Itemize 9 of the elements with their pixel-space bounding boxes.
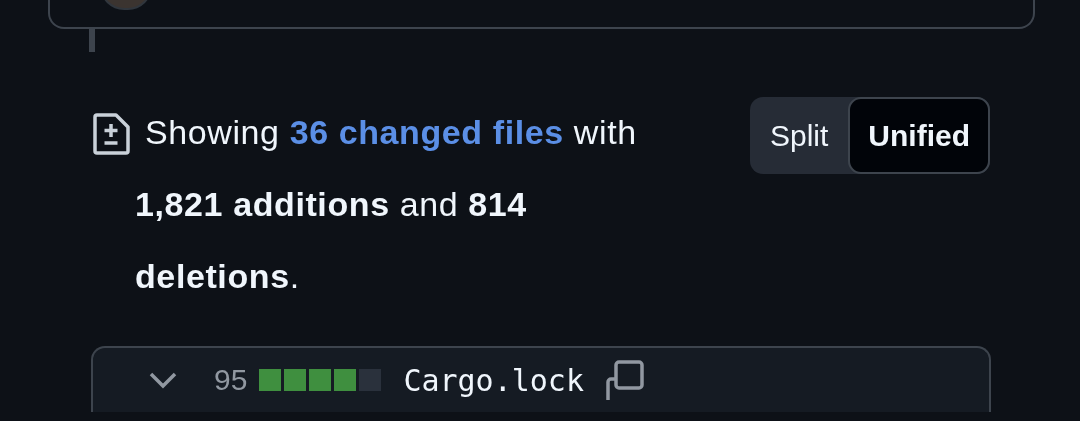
- view-toggle-button[interactable]: Unified: [848, 97, 990, 174]
- change-count: 95: [214, 363, 248, 397]
- changed-files-link[interactable]: 36 changed files: [289, 113, 564, 151]
- file-name[interactable]: Cargo.lock: [403, 362, 584, 398]
- chevron-icon[interactable]: [148, 371, 178, 389]
- diffstat-icon: [259, 369, 382, 391]
- view-toggle-button[interactable]: Split: [749, 97, 849, 174]
- file-diff-icon: [92, 113, 130, 155]
- summary-text: Showing 36 changed files with 1,821 additions and 814 deletions.: [135, 112, 638, 297]
